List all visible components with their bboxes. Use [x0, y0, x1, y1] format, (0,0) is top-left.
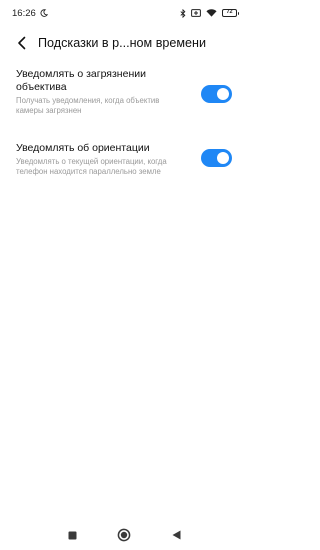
toggle-knob	[217, 152, 229, 164]
back-button[interactable]	[12, 33, 32, 53]
setting-description: Уведомлять о текущей ориентации, когда т…	[16, 157, 167, 176]
page-title: Подсказки в р...ном времени	[38, 36, 207, 50]
home-button[interactable]	[116, 527, 132, 543]
moon-icon	[40, 9, 48, 17]
chevron-left-icon	[17, 36, 27, 50]
wifi-icon	[206, 9, 217, 17]
orientation-toggle[interactable]	[201, 149, 232, 167]
setting-lens-dirty[interactable]: Уведомлять о загрязнении объектива Получ…	[16, 68, 236, 116]
lens-dirty-toggle[interactable]	[201, 85, 232, 103]
toggle-knob	[217, 88, 229, 100]
screen: 16:26 72 Подсказки в р...ном времени Уве…	[0, 0, 248, 550]
setting-orientation[interactable]: Уведомлять об ориентации Уведомлять о те…	[16, 142, 236, 177]
header: Подсказки в р...ном времени	[0, 30, 248, 56]
setting-text: Уведомлять о загрязнении объектива Получ…	[16, 68, 186, 116]
home-icon	[117, 528, 131, 542]
bluetooth-icon	[180, 8, 186, 18]
status-left: 16:26	[12, 8, 48, 19]
setting-title: Уведомлять об ориентации	[16, 142, 150, 154]
battery-saver-icon	[191, 9, 201, 17]
navigation-bar	[0, 521, 248, 550]
setting-title: Уведомлять о загрязнении объектива	[16, 68, 146, 93]
setting-description: Получать уведомления, когда объектив кам…	[16, 96, 160, 115]
status-bar: 16:26 72	[0, 0, 248, 26]
status-time: 16:26	[12, 7, 36, 19]
battery-level: 72	[226, 9, 233, 16]
status-right: 72	[180, 8, 239, 18]
nav-back-button[interactable]	[168, 527, 184, 543]
back-icon	[172, 530, 181, 540]
recent-apps-icon	[68, 531, 77, 540]
recent-apps-button[interactable]	[64, 527, 80, 543]
battery-icon: 72	[222, 9, 239, 17]
setting-text: Уведомлять об ориентации Уведомлять о те…	[16, 142, 186, 177]
